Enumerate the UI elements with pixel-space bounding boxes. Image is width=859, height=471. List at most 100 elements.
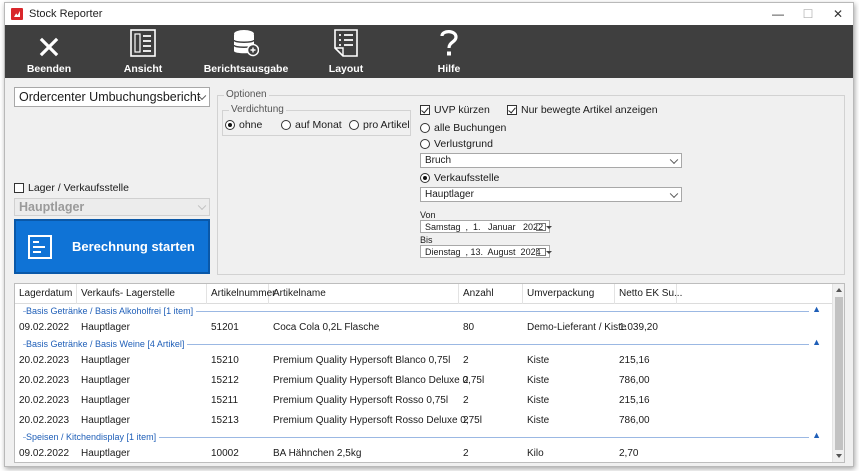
- cell-artikelnummer: 51201: [211, 322, 239, 333]
- help-icon: [440, 25, 458, 57]
- cell-artikelname: BA Hähnchen 2,5kg: [273, 448, 362, 459]
- cell-lagerdatum: 20.02.2023: [19, 355, 70, 366]
- table-row[interactable]: 20.02.2023 Hauptlager 15210 Premium Quality…: [15, 351, 833, 371]
- table-row[interactable]: 20.02.2023 Hauptlager 15211 Premium Quality…: [15, 391, 833, 411]
- cell-artikelnummer: 15211: [211, 395, 239, 406]
- collapse-caret-icon[interactable]: ▲: [812, 337, 821, 347]
- cell-anzahl: 2: [463, 448, 469, 459]
- group-header-row[interactable]: Basis Getränke / Basis Alkoholfrei [1 it…: [15, 304, 833, 318]
- col-artikelname[interactable]: Artikelname: [269, 284, 459, 304]
- bis-date-picker[interactable]: Dienstag , 13. August 2024: [420, 245, 552, 258]
- options-group-title: Optionen: [224, 89, 269, 100]
- verdichtung-artikel-radio[interactable]: pro Artikel: [349, 119, 410, 131]
- report-bars-icon: [28, 234, 52, 259]
- table-row[interactable]: 09.02.2022 Hauptlager 10002 BA Hähnchen 2,5…: [15, 444, 833, 462]
- radio-unselected-icon[interactable]: [349, 120, 359, 130]
- toolbar-ansicht-button[interactable]: Ansicht: [113, 25, 173, 78]
- nur-bewegte-checkbox[interactable]: Nur bewegte Artikel anzeigen: [507, 104, 658, 116]
- cell-anzahl: 2: [463, 375, 469, 386]
- chevron-down-icon: [669, 155, 679, 164]
- app-window: Stock Reporter — ☐ ✕ Beenden Ansicht Ber…: [4, 2, 854, 467]
- cell-netto-ek: 786,00: [619, 375, 650, 386]
- group-header-row[interactable]: Speisen / Kitchendisplay [1 item] ▲: [15, 430, 833, 444]
- window-controls: — ☐ ✕: [763, 3, 853, 25]
- verdichtung-monat-radio[interactable]: auf Monat: [281, 119, 342, 131]
- verlustgrund-radio[interactable]: Verlustgrund: [420, 138, 493, 150]
- cell-umverpackung: Kiste: [527, 375, 550, 386]
- scroll-down-arrow-icon[interactable]: [836, 454, 842, 458]
- col-artikelnummer[interactable]: Artikelnummer: [207, 284, 275, 304]
- scrollbar-thumb[interactable]: [835, 297, 843, 450]
- start-calculation-label: Berechnung starten: [72, 239, 195, 254]
- verlustgrund-label: Verlustgrund: [434, 138, 493, 150]
- radio-unselected-icon[interactable]: [420, 139, 430, 149]
- cell-lagerstelle: Hauptlager: [81, 355, 130, 366]
- radio-unselected-icon[interactable]: [420, 123, 430, 133]
- close-icon: [39, 25, 59, 57]
- alle-buchungen-radio[interactable]: alle Buchungen: [420, 122, 506, 134]
- verdichtung-ohne-radio[interactable]: ohne: [225, 119, 262, 131]
- start-calculation-button[interactable]: Berechnung starten: [14, 219, 210, 274]
- toolbar-layout-button[interactable]: Layout: [316, 25, 376, 78]
- window-title: Stock Reporter: [29, 8, 103, 20]
- verkaufsstelle-select[interactable]: Hauptlager: [420, 187, 682, 202]
- col-lagerstelle[interactable]: Verkaufs- Lagerstelle: [77, 284, 207, 304]
- scroll-up-arrow-icon[interactable]: [836, 288, 842, 292]
- maximize-button[interactable]: ☐: [793, 3, 823, 25]
- grid-vertical-scrollbar[interactable]: [832, 284, 844, 462]
- radio-unselected-icon[interactable]: [281, 120, 291, 130]
- group-label: Basis Getränke / Basis Weine [4 Artikel]: [26, 338, 188, 351]
- toolbar-hilfe-button[interactable]: Hilfe: [419, 25, 479, 78]
- von-date-picker[interactable]: Samstag , 1. Januar 2022: [420, 220, 552, 233]
- verdichtung-artikel-label: pro Artikel: [363, 119, 410, 131]
- cell-artikelname: Premium Quality Hypersoft Rosso Deluxe 0…: [273, 415, 482, 426]
- group-header-row[interactable]: Basis Getränke / Basis Weine [4 Artikel]…: [15, 337, 833, 351]
- verkaufsstelle-radio[interactable]: Verkaufsstelle: [420, 172, 499, 184]
- cell-artikelname: Premium Quality Hypersoft Blanco 0,75l: [273, 355, 451, 366]
- report-grid[interactable]: Lagerdatum Verkaufs- Lagerstelle Artikel…: [14, 283, 845, 463]
- cell-lagerstelle: Hauptlager: [81, 415, 130, 426]
- table-row[interactable]: 20.02.2023 Hauptlager 15213 Premium Quality…: [15, 411, 833, 431]
- title-bar: Stock Reporter — ☐ ✕: [5, 3, 853, 25]
- col-anzahl[interactable]: Anzahl: [459, 284, 523, 304]
- app-logo-icon: [11, 8, 23, 20]
- checkbox-checked-icon[interactable]: [507, 105, 517, 115]
- col-netto-ek[interactable]: Netto EK Su...: [615, 284, 682, 304]
- von-label: Von: [420, 210, 436, 220]
- report-type-select[interactable]: Ordercenter Umbuchungsbericht: [14, 87, 210, 107]
- cell-netto-ek: 215,16: [619, 355, 650, 366]
- cell-artikelname: Coca Cola 0,2L Flasche: [273, 322, 380, 333]
- layout-icon: [334, 25, 358, 57]
- col-umverpackung[interactable]: Umverpackung: [523, 284, 615, 304]
- verkaufsstelle-select-value: Hauptlager: [425, 189, 474, 200]
- lager-checkbox-box[interactable]: [14, 183, 24, 193]
- toolbar-berichtsausgabe-button[interactable]: Berichtsausgabe: [201, 25, 291, 78]
- collapse-caret-icon[interactable]: ▲: [812, 430, 821, 440]
- verlustgrund-select[interactable]: Bruch: [420, 153, 682, 168]
- cell-artikelname: Premium Quality Hypersoft Rosso 0,75l: [273, 395, 449, 406]
- lager-checkbox[interactable]: Lager / Verkaufsstelle: [14, 182, 129, 194]
- radio-selected-icon[interactable]: [225, 120, 235, 130]
- minimize-button[interactable]: —: [763, 3, 793, 25]
- uvp-kuerzen-checkbox[interactable]: UVP kürzen: [420, 104, 490, 116]
- table-row[interactable]: 20.02.2023 Hauptlager 15212 Premium Quality…: [15, 371, 833, 391]
- verkaufsstelle-label: Verkaufsstelle: [434, 172, 500, 184]
- radio-selected-icon[interactable]: [420, 173, 430, 183]
- toolbar-beenden-button[interactable]: Beenden: [19, 25, 79, 78]
- table-row[interactable]: 09.02.2022 Hauptlager 51201 Coca Cola 0,2L …: [15, 318, 833, 338]
- toolbar-ansicht-label: Ansicht: [123, 63, 163, 75]
- close-window-button[interactable]: ✕: [823, 3, 853, 25]
- calendar-icon[interactable]: [536, 248, 552, 256]
- cell-artikelname: Premium Quality Hypersoft Blanco Deluxe …: [273, 375, 485, 386]
- checkbox-checked-icon[interactable]: [420, 105, 430, 115]
- collapse-caret-icon[interactable]: ▲: [812, 304, 821, 314]
- calendar-icon[interactable]: [536, 223, 552, 231]
- verdichtung-monat-label: auf Monat: [295, 119, 342, 131]
- verdichtung-ohne-label: ohne: [239, 119, 263, 131]
- col-lagerdatum[interactable]: Lagerdatum: [15, 284, 77, 304]
- view-list-icon: [130, 25, 156, 57]
- lager-checkbox-label: Lager / Verkaufsstelle: [28, 182, 129, 194]
- cell-umverpackung: Demo-Lieferant / Kiste: [527, 322, 627, 333]
- cell-lagerdatum: 09.02.2022: [19, 322, 70, 333]
- chevron-down-icon: [197, 201, 207, 211]
